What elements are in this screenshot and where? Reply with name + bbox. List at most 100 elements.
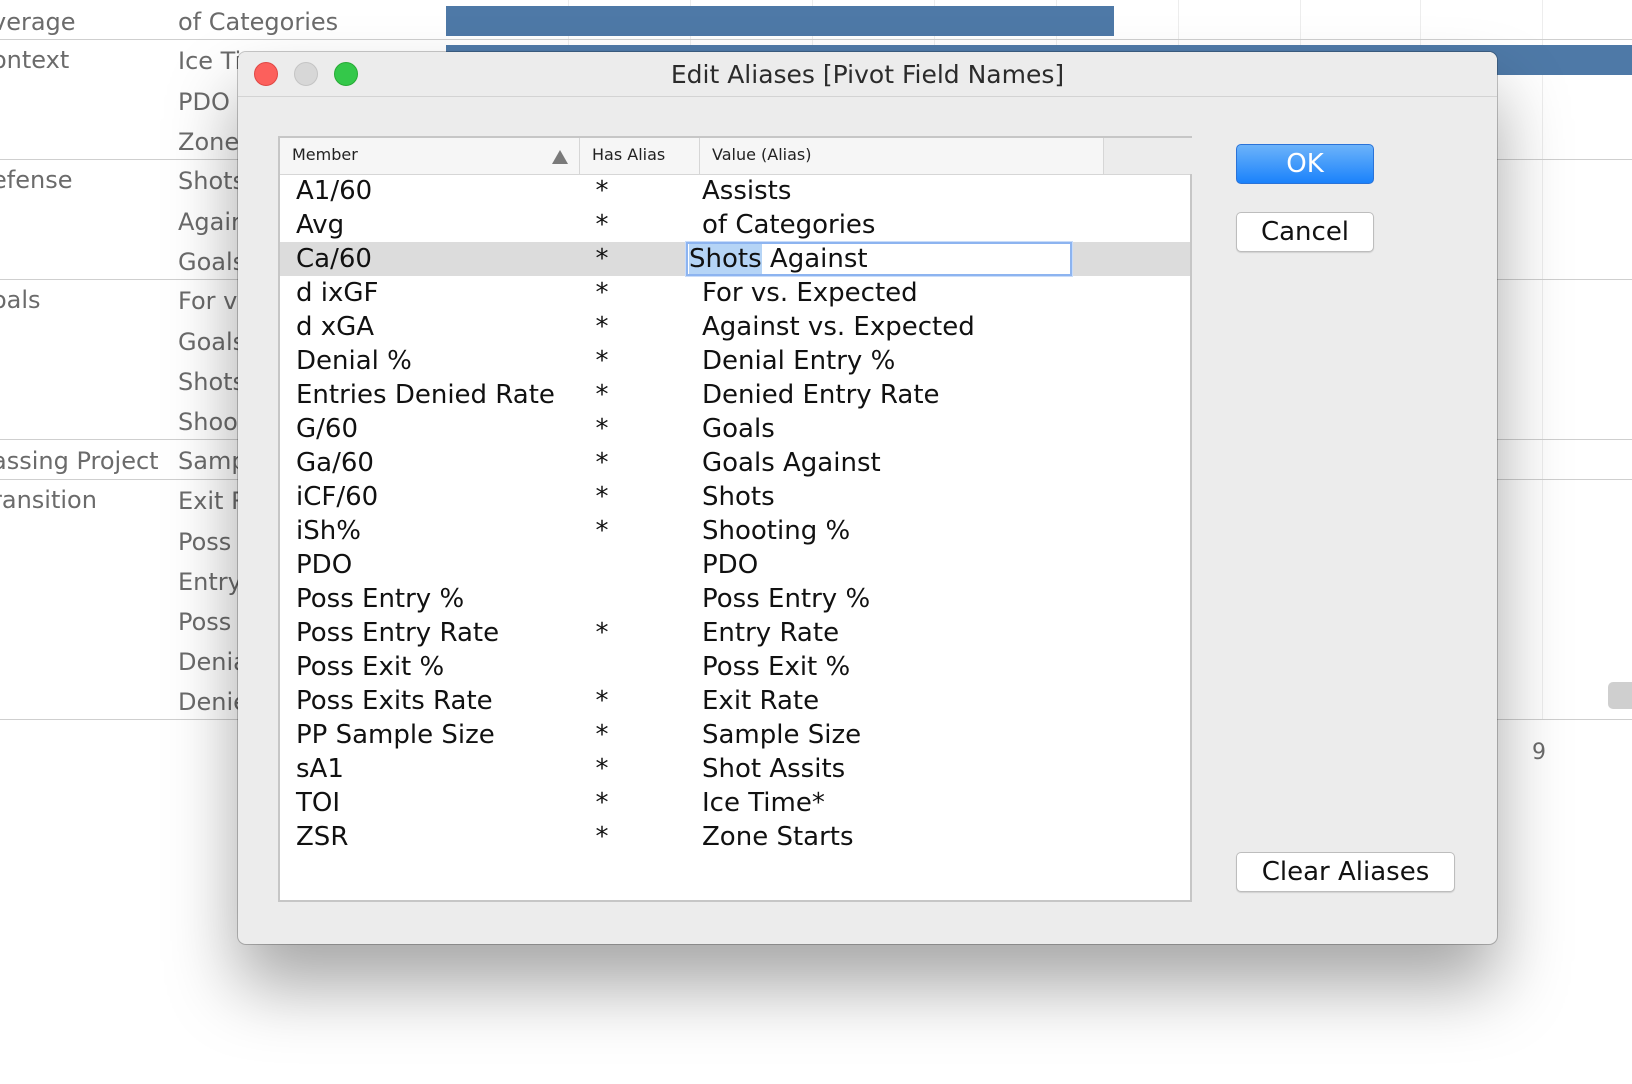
alias-edit-selected-text: Shots [689, 244, 762, 274]
table-row[interactable]: d ixGF * For vs. Expected [280, 276, 1190, 310]
row-subheader: Poss [178, 528, 232, 556]
clear-aliases-button[interactable]: Clear Aliases [1236, 852, 1455, 892]
dialog-titlebar[interactable]: Edit Aliases [Pivot Field Names] [238, 52, 1497, 97]
has-alias-cell: * [595, 720, 609, 750]
alias-value-cell[interactable]: Exit Rate [702, 684, 819, 718]
column-header-value[interactable]: Value (Alias) [700, 138, 1104, 174]
has-alias-cell: * [595, 482, 609, 512]
has-alias-cell: * [595, 414, 609, 444]
column-header-has-alias[interactable]: Has Alias [580, 138, 700, 174]
table-row[interactable]: Poss Exits Rate * Exit Rate [280, 684, 1190, 718]
alias-edit-field[interactable]: Shots Against [686, 242, 1072, 276]
table-row[interactable]: sA1 * Shot Assits [280, 752, 1190, 786]
row-subheader: Entry [178, 568, 242, 596]
has-alias-cell: * [595, 346, 609, 376]
table-row[interactable]: A1/60 * Assists [280, 174, 1190, 208]
table-row[interactable]: Ga/60 * Goals Against [280, 446, 1190, 480]
alias-list[interactable]: Member Has Alias Value (Alias) A1/60 * Ass… [278, 136, 1192, 902]
member-cell: Ca/60 [296, 244, 372, 274]
member-cell: Poss Entry % [296, 584, 465, 614]
row-subheader: Ice Ti [178, 47, 242, 75]
alias-value-cell[interactable]: Entry Rate [702, 616, 839, 650]
table-row[interactable]: Entries Denied Rate * Denied Entry Rate [280, 378, 1190, 412]
has-alias-cell: * [595, 244, 609, 274]
alias-value-cell[interactable]: Sample Size [702, 718, 861, 752]
alias-value-cell[interactable]: Denied Entry Rate [702, 378, 940, 412]
table-row[interactable]: G/60 * Goals [280, 412, 1190, 446]
alias-value-cell[interactable]: Poss Exit % [702, 650, 850, 684]
alias-value-cell[interactable]: Zone Starts [702, 820, 854, 854]
alias-value-cell[interactable]: Goals Against [702, 446, 881, 480]
alias-value-cell[interactable]: Shot Assits [702, 752, 845, 786]
cancel-button[interactable]: Cancel [1236, 212, 1374, 252]
member-cell: iCF/60 [296, 482, 379, 512]
row-header: assing Project [0, 447, 159, 475]
has-alias-cell: * [595, 686, 609, 716]
alias-value-cell[interactable]: of Categories [702, 208, 875, 242]
row-header: efense [0, 166, 73, 194]
table-row[interactable]: Poss Exit % Poss Exit % [280, 650, 1190, 684]
has-alias-cell: * [595, 312, 609, 342]
bar-average[interactable] [446, 6, 1114, 36]
member-cell: d ixGF [296, 278, 379, 308]
row-subheader: Poss [178, 608, 232, 636]
member-cell: sA1 [296, 754, 344, 784]
table-row[interactable]: Poss Entry Rate * Entry Rate [280, 616, 1190, 650]
row-header: ontext [0, 46, 70, 74]
member-cell: Poss Exit % [296, 652, 445, 682]
table-row[interactable]: ZSR * Zone Starts [280, 820, 1190, 854]
alias-value-cell[interactable]: PDO [702, 548, 758, 582]
has-alias-cell: * [595, 278, 609, 308]
alias-value-cell[interactable]: Shots [702, 480, 775, 514]
has-alias-cell: * [595, 176, 609, 206]
table-row[interactable]: Ca/60 * Shots Against [280, 242, 1190, 276]
table-row[interactable]: Poss Entry % Poss Entry % [280, 582, 1190, 616]
alias-value-cell[interactable]: Denial Entry % [702, 344, 895, 378]
table-row[interactable]: iSh% * Shooting % [280, 514, 1190, 548]
row-subheader: Zone [178, 128, 240, 156]
ok-button[interactable]: OK [1236, 144, 1374, 184]
member-cell: TOI [296, 788, 341, 818]
row-subheader: Agair [178, 208, 241, 236]
alias-value-cell[interactable]: Ice Time* [702, 786, 825, 820]
table-row[interactable]: d xGA * Against vs. Expected [280, 310, 1190, 344]
has-alias-cell: * [595, 618, 609, 648]
row-subheader: Goals [178, 248, 246, 276]
scroll-badge [1608, 682, 1632, 709]
row-header: verage [0, 8, 76, 36]
column-header-member[interactable]: Member [280, 138, 580, 174]
edit-aliases-dialog: Edit Aliases [Pivot Field Names] Member … [238, 52, 1497, 944]
table-row[interactable]: TOI * Ice Time* [280, 786, 1190, 820]
axis-tick-label: 9 [1532, 740, 1546, 765]
member-cell: PDO [296, 550, 353, 580]
member-cell: d xGA [296, 312, 375, 342]
table-row[interactable]: Avg * of Categories [280, 208, 1190, 242]
row-header: oals [0, 286, 41, 314]
table-row[interactable]: Denial % * Denial Entry % [280, 344, 1190, 378]
alias-value-cell[interactable]: Poss Entry % [702, 582, 870, 616]
row-subheader: Shots [178, 167, 246, 195]
member-cell: Poss Entry Rate [296, 618, 500, 648]
member-cell: iSh% [296, 516, 361, 546]
row-subheader: Shoot [178, 408, 248, 436]
has-alias-cell: * [595, 516, 609, 546]
table-row[interactable]: PP Sample Size * Sample Size [280, 718, 1190, 752]
alias-value-cell[interactable]: For vs. Expected [702, 276, 918, 310]
alias-value-cell[interactable]: Goals [702, 412, 775, 446]
member-cell: A1/60 [296, 176, 373, 206]
row-header: ransition [0, 486, 97, 514]
alias-rows: A1/60 * Assists Avg * of Categories Ca/60 * Shot… [280, 174, 1190, 854]
header-filler [1104, 138, 1192, 174]
has-alias-cell: * [595, 448, 609, 478]
alias-value-cell[interactable]: Against vs. Expected [702, 310, 975, 344]
table-row[interactable]: PDO PDO [280, 548, 1190, 582]
alias-value-cell[interactable]: Shooting % [702, 514, 850, 548]
table-row[interactable]: iCF/60 * Shots [280, 480, 1190, 514]
list-header: Member Has Alias Value (Alias) [280, 138, 1192, 175]
alias-edit-rest-text: Against [761, 244, 868, 274]
row-subheader: Samp [178, 447, 247, 475]
column-header-value-label: Value (Alias) [712, 145, 812, 164]
member-cell: Avg [296, 210, 345, 240]
has-alias-cell: * [595, 380, 609, 410]
alias-value-cell[interactable]: Assists [702, 174, 791, 208]
